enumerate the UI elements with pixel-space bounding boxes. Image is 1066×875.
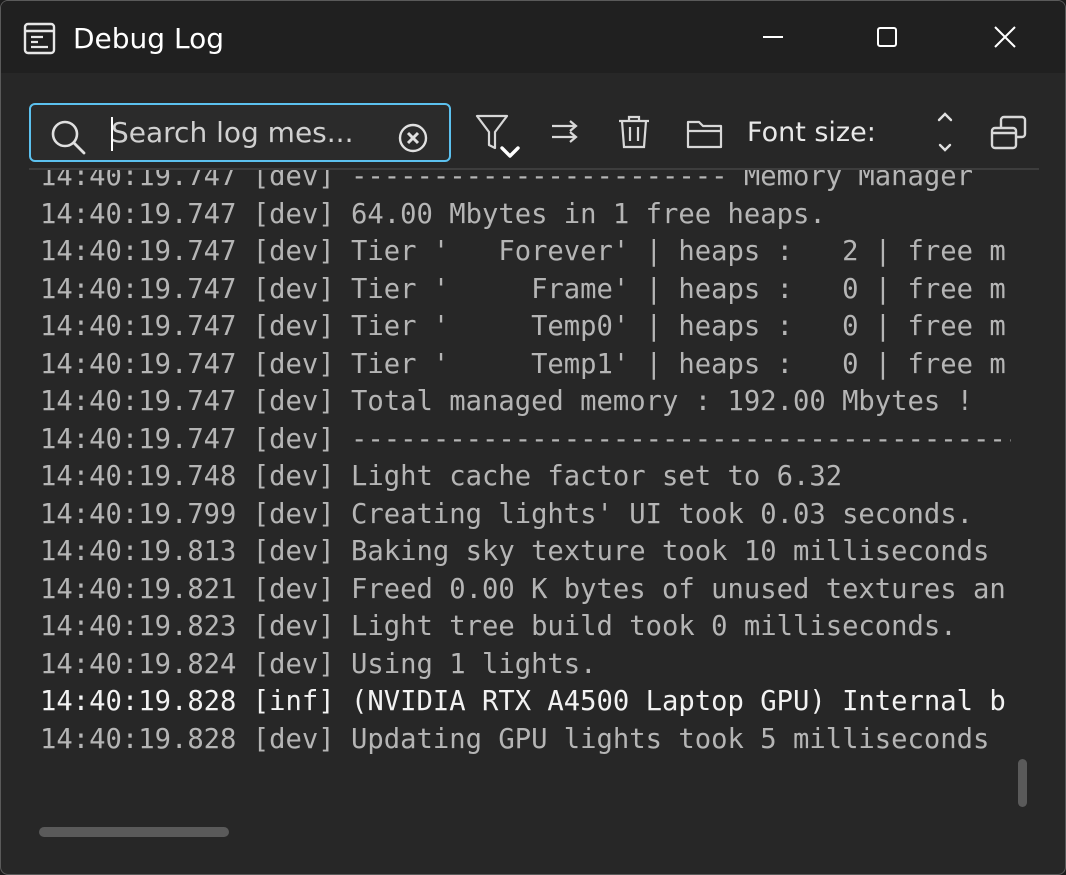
log-line: 14:40:19.747 [dev] Total managed memory … (40, 383, 1011, 421)
log-message: Tier ' Frame' | heaps : 0 | free m (351, 273, 1006, 305)
log-level: [dev] (252, 423, 335, 455)
log-message: Total managed memory : 192.00 Mbytes ! (351, 386, 974, 417)
log-timestamp: 14:40:19.747 (40, 170, 237, 192)
search-input[interactable] (111, 113, 391, 151)
log-timestamp: 14:40:19.828 (40, 723, 237, 755)
log-message: Tier ' Forever' | heaps : 2 | free m (351, 236, 1006, 267)
log-level: [dev] (252, 498, 335, 530)
title-bar[interactable]: Debug Log (1, 1, 1065, 73)
log-level: [dev] (252, 348, 335, 380)
log-level: [dev] (252, 198, 335, 230)
log-level: [dev] (252, 273, 335, 305)
log-line: 14:40:19.828 [inf] (NVIDIA RTX A4500 Lap… (40, 683, 1011, 721)
log-message: Light tree build took 0 milliseconds. (351, 611, 957, 642)
log-timestamp: 14:40:19.821 (40, 573, 237, 605)
trash-icon[interactable] (613, 111, 657, 155)
log-line: 14:40:19.799 [dev] Creating lights' UI t… (40, 496, 1011, 534)
log-window-icon (23, 22, 56, 55)
log-line: 14:40:19.748 [dev] Light cache factor se… (40, 458, 1011, 496)
log-timestamp: 14:40:19.748 (40, 461, 237, 492)
log-level: [dev] (252, 723, 335, 755)
log-level: [dev] (252, 170, 335, 192)
log-message: Updating GPU lights took 5 milliseconds (351, 723, 990, 755)
search-box[interactable] (29, 103, 451, 162)
log-level: [dev] (252, 386, 335, 417)
filter-icon[interactable] (473, 112, 525, 164)
log-message: ----------------------- Memory Manager (351, 170, 974, 192)
log-timestamp: 14:40:19.747 (40, 311, 237, 342)
log-line: 14:40:19.747 [dev] ---------------------… (40, 421, 1011, 459)
log-message: ----------------------------------------… (351, 423, 1011, 455)
log-timestamp: 14:40:19.813 (40, 536, 237, 567)
log-line: 14:40:19.824 [dev] Using 1 lights. (40, 646, 1011, 684)
log-level: [dev] (252, 236, 335, 267)
log-message: Using 1 lights. (351, 648, 597, 680)
log-view[interactable]: 14:40:19.747 [dev] ---------------------… (1, 170, 1011, 810)
log-message: Freed 0.00 K bytes of unused textures an (351, 573, 1006, 605)
font-size-stepper[interactable] (927, 109, 963, 159)
font-size-label: Font size: (747, 117, 876, 148)
log-level: [dev] (252, 311, 335, 342)
search-icon (51, 120, 86, 155)
log-message: Creating lights' UI took 0.03 seconds. (351, 498, 974, 530)
log-line: 14:40:19.747 [dev] Tier ' Temp0' | heaps… (40, 308, 1011, 346)
log-message: 64.00 Mbytes in 1 free heaps. (351, 198, 826, 230)
log-message: Baking sky texture took 10 milliseconds (351, 536, 990, 567)
log-line: 14:40:19.747 [dev] ---------------------… (40, 170, 1011, 196)
log-lines: 14:40:19.747 [dev] ---------------------… (40, 170, 1011, 758)
log-timestamp: 14:40:19.824 (40, 648, 237, 680)
log-line: 14:40:19.747 [dev] 64.00 Mbytes in 1 fre… (40, 196, 1011, 234)
log-line: 14:40:19.747 [dev] Tier ' Frame' | heaps… (40, 271, 1011, 309)
log-level: [dev] (252, 536, 335, 567)
clear-icon[interactable] (397, 122, 429, 154)
log-timestamp: 14:40:19.747 (40, 273, 237, 305)
log-line: 14:40:19.828 [dev] Updating GPU lights t… (40, 721, 1011, 759)
log-line: 14:40:19.813 [dev] Baking sky texture to… (40, 533, 1011, 571)
log-timestamp: 14:40:19.747 (40, 386, 237, 417)
debug-log-window: Debug Log Search log mes... Font size: 1… (0, 0, 1066, 875)
log-level: [dev] (252, 611, 335, 642)
maximize-icon[interactable] (867, 17, 907, 57)
log-timestamp: 14:40:19.823 (40, 611, 237, 642)
minimize-icon[interactable] (753, 17, 793, 57)
log-timestamp: 14:40:19.747 (40, 198, 237, 230)
log-timestamp: 14:40:19.828 (40, 686, 237, 717)
window-title: Debug Log (73, 22, 224, 55)
wrap-icon[interactable] (545, 111, 589, 155)
log-timestamp: 14:40:19.747 (40, 236, 237, 267)
log-message: Tier ' Temp0' | heaps : 0 | free m (351, 311, 1006, 342)
log-message: (NVIDIA RTX A4500 Laptop GPU) Internal b (351, 686, 1006, 717)
log-level: [dev] (252, 648, 335, 680)
log-timestamp: 14:40:19.747 (40, 348, 237, 380)
restore-icon[interactable] (987, 111, 1031, 155)
log-level: [dev] (252, 461, 335, 492)
vertical-scrollbar[interactable] (1018, 759, 1027, 807)
close-icon[interactable] (985, 17, 1025, 57)
log-timestamp: 14:40:19.747 (40, 423, 237, 455)
log-line: 14:40:19.747 [dev] Tier ' Temp1' | heaps… (40, 346, 1011, 384)
log-level: [inf] (252, 686, 335, 717)
log-line: 14:40:19.747 [dev] Tier ' Forever' | hea… (40, 233, 1011, 271)
text-caret (111, 117, 113, 151)
log-timestamp: 14:40:19.799 (40, 498, 237, 530)
horizontal-scrollbar[interactable] (39, 827, 229, 837)
folder-icon[interactable] (683, 111, 727, 155)
log-level: [dev] (252, 573, 335, 605)
log-line: 14:40:19.823 [dev] Light tree build took… (40, 608, 1011, 646)
log-message: Light cache factor set to 6.32 (351, 461, 843, 492)
log-message: Tier ' Temp1' | heaps : 0 | free m (351, 348, 1006, 380)
log-line: 14:40:19.821 [dev] Freed 0.00 K bytes of… (40, 571, 1011, 609)
